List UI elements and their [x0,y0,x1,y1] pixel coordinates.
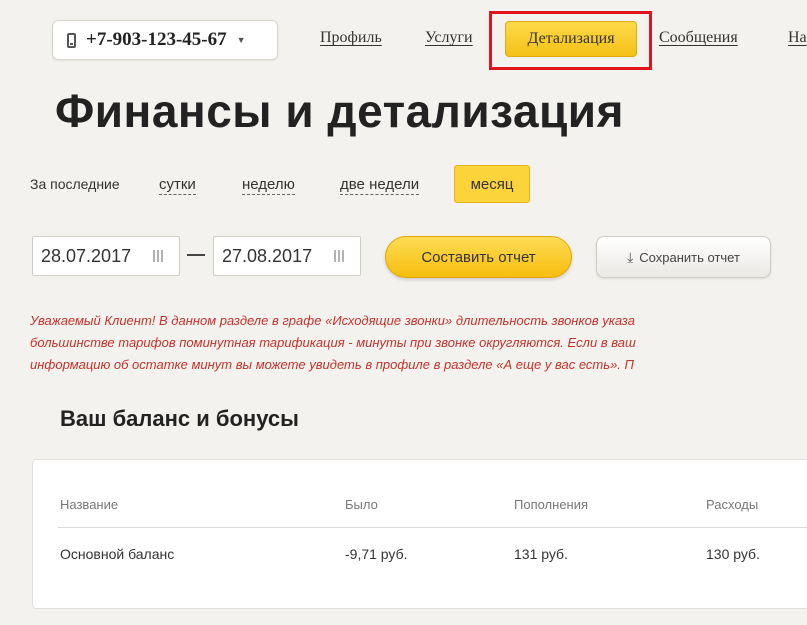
period-month[interactable]: месяц [454,165,530,203]
period-two-weeks[interactable]: две недели [340,176,420,195]
period-week[interactable]: неделю [242,176,295,195]
table-divider [58,527,807,528]
nav-messages[interactable]: Сообщения [659,29,738,47]
column-header-topups: Пополнения [514,497,589,512]
save-report-button[interactable]: ⤓ Сохранить отчет [596,236,771,278]
chevron-down-icon: ▼ [236,35,246,45]
column-header-expenses: Расходы [706,497,759,512]
date-range-separator [187,254,205,256]
make-report-button[interactable]: Составить отчет [385,236,572,278]
phone-icon [67,32,76,48]
date-from-value: 28.07.2017 [41,245,132,266]
date-to-input[interactable]: 27.08.2017 [213,236,361,276]
save-report-label: Сохранить отчет [639,249,740,265]
notice-line: большинстве тарифов поминутная тарификац… [30,335,636,350]
nav-more[interactable]: На [788,29,807,47]
balance-row-was: -9,71 руб. [345,546,408,562]
notice-text: Уважаемый Клиент! В данном разделе в гра… [30,310,807,376]
balance-row-name: Основной баланс [60,546,175,562]
phone-number-select[interactable]: +7-903-123-45-67 ▼ [52,20,278,60]
page-title: Финансы и детализация [55,85,624,137]
balance-section-title: Ваш баланс и бонусы [60,406,299,431]
period-day[interactable]: сутки [159,176,196,195]
column-header-was: Было [345,497,378,512]
calendar-icon[interactable] [334,250,346,262]
calendar-icon[interactable] [153,250,165,262]
make-report-label: Составить отчет [421,248,536,266]
date-from-input[interactable]: 28.07.2017 [32,236,180,276]
balance-row-expenses: 130 руб. [706,546,760,562]
column-header-name: Название [60,497,119,512]
phone-number: +7-903-123-45-67 [86,29,227,50]
balance-row-topups: 131 руб. [514,546,568,562]
date-to-value: 27.08.2017 [222,245,313,266]
nav-details[interactable]: Детализация [505,21,637,57]
period-label: За последние [30,176,120,192]
notice-line: Уважаемый Клиент! В данном разделе в гра… [30,313,635,328]
nav-services[interactable]: Услуги [425,29,473,47]
download-icon: ⤓ [627,248,634,265]
notice-line: информацию об остатке минут вы можете ув… [30,357,634,372]
nav-profile[interactable]: Профиль [320,29,382,47]
balance-card [32,459,807,609]
